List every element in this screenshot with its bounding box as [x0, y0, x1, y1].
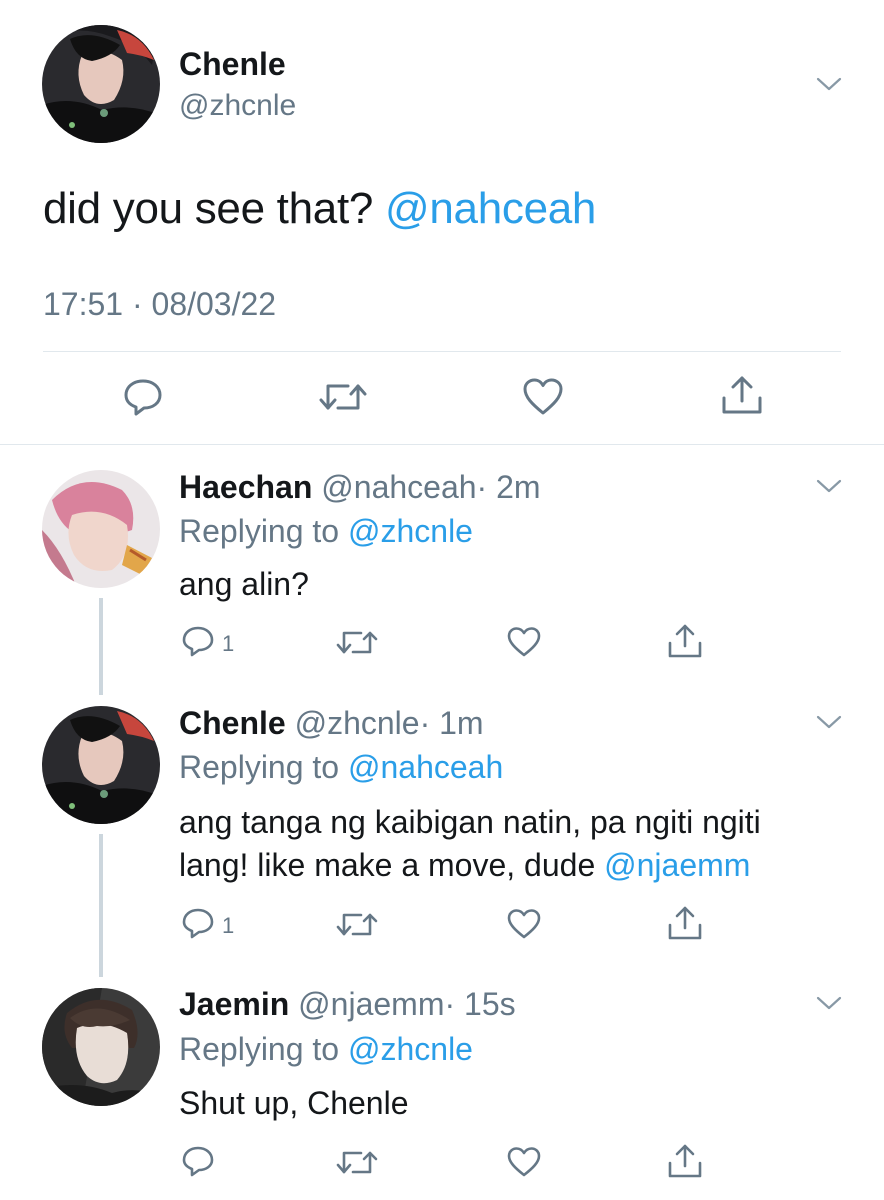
reply-text: Shut up, Chenle [179, 1085, 409, 1121]
reply-header: Haechan @nahceah· 2m [179, 469, 541, 506]
reply-time: · 1m [419, 705, 484, 741]
avatar[interactable] [42, 470, 160, 588]
tweet-timestamp[interactable]: 17:51 · 08/03/22 [43, 286, 276, 323]
author-name[interactable]: Jaemin [179, 986, 289, 1022]
author-name[interactable]: Chenle [179, 705, 286, 741]
retweet-icon[interactable] [336, 627, 378, 657]
reply-text: ang alin? [179, 566, 309, 602]
author-handle[interactable]: @njaemm [298, 986, 444, 1022]
replying-to-label: Replying to [179, 749, 340, 785]
share-icon[interactable] [720, 374, 764, 416]
heart-icon[interactable] [522, 377, 564, 417]
retweet-icon[interactable] [318, 378, 368, 416]
mention-link[interactable]: @zhcnle [348, 513, 473, 549]
reply-text-line: lang! like make a move, dude @njaemm [179, 847, 750, 884]
reply-icon[interactable] [181, 907, 215, 939]
reply-header: Chenle @zhcnle· 1m [179, 705, 484, 742]
heart-icon[interactable] [506, 908, 542, 940]
retweet-icon[interactable] [336, 909, 378, 939]
replying-to-label: Replying to [179, 513, 340, 549]
mention-link[interactable]: @njaemm [604, 847, 750, 883]
chevron-down-icon[interactable] [816, 76, 842, 92]
avatar[interactable] [42, 25, 160, 143]
author-handle[interactable]: @zhcnle [295, 705, 420, 741]
mention-link[interactable]: @nahceah [348, 749, 503, 785]
share-icon[interactable] [667, 905, 703, 941]
reply-text-line: ang tanga ng kaibigan natin, pa ngiti ng… [179, 804, 761, 840]
tweet-body: did you see that? [43, 184, 374, 233]
reply-icon[interactable] [181, 625, 215, 657]
thread-line [99, 598, 103, 695]
divider [0, 444, 884, 445]
avatar[interactable] [42, 988, 160, 1106]
heart-icon[interactable] [506, 1146, 542, 1178]
chevron-down-icon[interactable] [816, 714, 842, 730]
author-handle[interactable]: @zhcnle [179, 89, 296, 123]
replying-to-label: Replying to [179, 1031, 340, 1067]
reply-time: · 2m [476, 469, 541, 505]
reply-text: lang! like make a move, dude [179, 847, 596, 883]
reply-header: Jaemin @njaemm· 15s [179, 986, 516, 1023]
chevron-down-icon[interactable] [816, 995, 842, 1011]
tweet-text: did you see that? @nahceah [43, 184, 596, 234]
author-name[interactable]: Haechan [179, 469, 312, 505]
share-icon[interactable] [667, 1143, 703, 1179]
mention-link[interactable]: @nahceah [385, 184, 596, 233]
reply-icon[interactable] [181, 1145, 215, 1177]
replying-to: Replying to @zhcnle [179, 1031, 473, 1068]
heart-icon[interactable] [506, 626, 542, 658]
share-icon[interactable] [667, 623, 703, 659]
thread-line [99, 834, 103, 977]
replying-to: Replying to @zhcnle [179, 513, 473, 550]
reply-time: · 15s [444, 986, 516, 1022]
mention-link[interactable]: @zhcnle [348, 1031, 473, 1067]
author-handle[interactable]: @nahceah [321, 469, 476, 505]
reply-icon[interactable] [122, 377, 164, 417]
reply-count: 1 [222, 631, 235, 656]
chevron-down-icon[interactable] [816, 478, 842, 494]
author-name[interactable]: Chenle [179, 46, 286, 83]
divider [43, 351, 841, 352]
avatar[interactable] [42, 706, 160, 824]
replying-to: Replying to @nahceah [179, 749, 503, 786]
retweet-icon[interactable] [336, 1147, 378, 1177]
reply-count: 1 [222, 913, 235, 938]
